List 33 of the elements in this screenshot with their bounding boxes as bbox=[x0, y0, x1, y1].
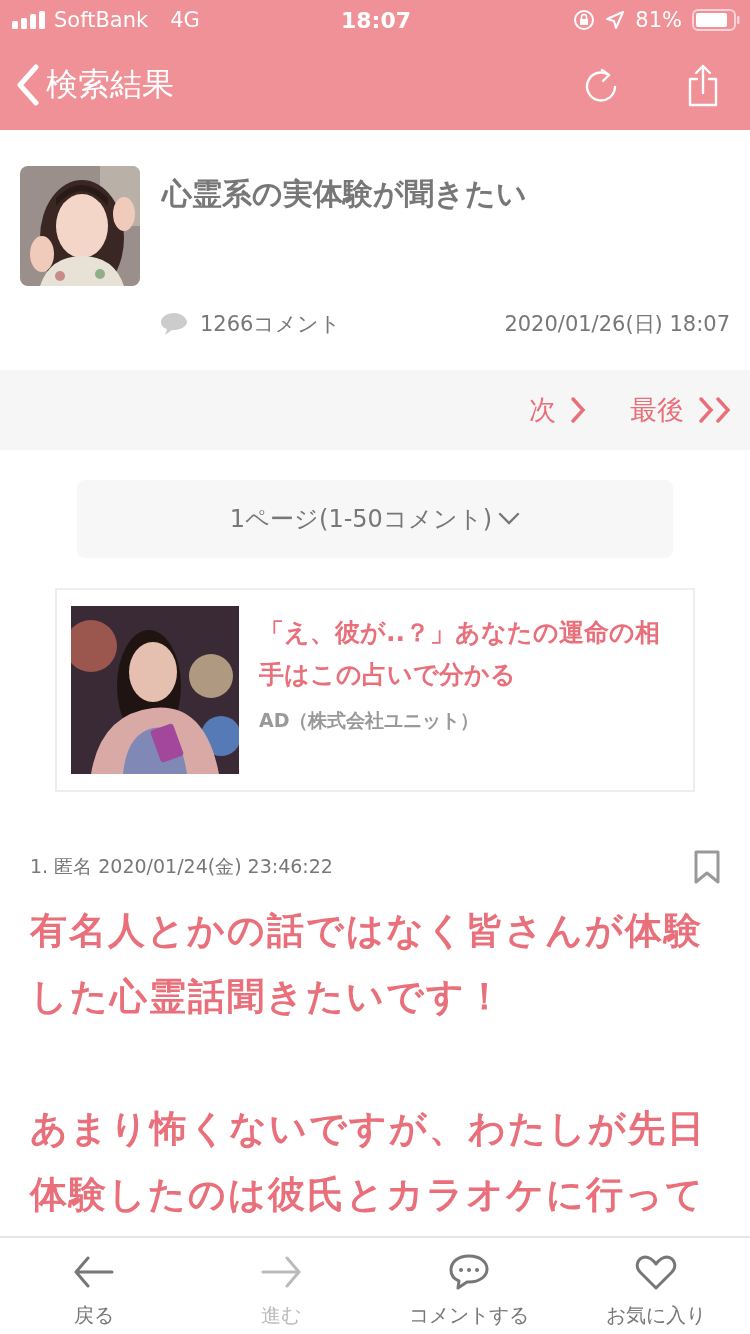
reload-icon bbox=[584, 67, 618, 103]
chevron-right-icon bbox=[570, 396, 586, 424]
toolbar-button[interactable]: 戻る bbox=[0, 1238, 188, 1334]
share-button[interactable] bbox=[686, 63, 720, 107]
toolbar-button[interactable]: コメントする bbox=[375, 1238, 563, 1334]
toolbar-button[interactable]: お気に入り bbox=[562, 1238, 750, 1334]
next-page-link[interactable]: 次 bbox=[529, 392, 586, 428]
clock-time: 18:07 bbox=[341, 7, 411, 33]
post-meta: 1. 匿名 2020/01/24(金) 23:46:22 bbox=[30, 854, 333, 879]
comment-count: 1266コメント bbox=[200, 311, 343, 338]
post-text: 有名人とかの話ではなく皆さんが体験した心霊話聞きたいです！ bbox=[30, 908, 704, 1020]
comment-bubble-icon bbox=[160, 312, 188, 336]
reload-button[interactable] bbox=[584, 67, 618, 103]
ad-sponsor: AD（株式会社ユニット） bbox=[259, 708, 481, 733]
back-button[interactable]: 検索結果 bbox=[16, 63, 174, 107]
chevron-left-icon bbox=[16, 64, 40, 106]
battery-icon bbox=[692, 9, 740, 31]
share-icon bbox=[686, 63, 720, 107]
page-select[interactable]: 1ページ(1-50コメント) bbox=[77, 480, 673, 558]
chevron-down-icon bbox=[498, 512, 521, 526]
topic-title: 心霊系の実体験が聞きたい bbox=[162, 175, 527, 213]
ad-headline: 「え、彼が..？」あなたの運命の相手はこの占いで分かる bbox=[259, 617, 661, 691]
bookmark-icon[interactable] bbox=[694, 850, 720, 884]
battery-percent: 81% bbox=[635, 8, 682, 32]
signal-icon bbox=[12, 11, 46, 29]
ad-card[interactable]: 「え、彼が..？」あなたの運命の相手はこの占いで分かる AD（株式会社ユニット） bbox=[55, 588, 695, 792]
carrier-name: SoftBank bbox=[54, 8, 149, 32]
location-arrow-icon bbox=[605, 10, 626, 30]
rotation-lock-icon bbox=[573, 9, 596, 31]
post-text: あまり怖くないですが、わたしが先日体験したのは彼氏とカラオケに行って bbox=[30, 1106, 707, 1218]
last-page-link[interactable]: 最後 bbox=[630, 392, 734, 428]
topic-date: 2020/01/26(日) 18:07 bbox=[504, 311, 730, 338]
network-type: 4G bbox=[170, 8, 200, 32]
